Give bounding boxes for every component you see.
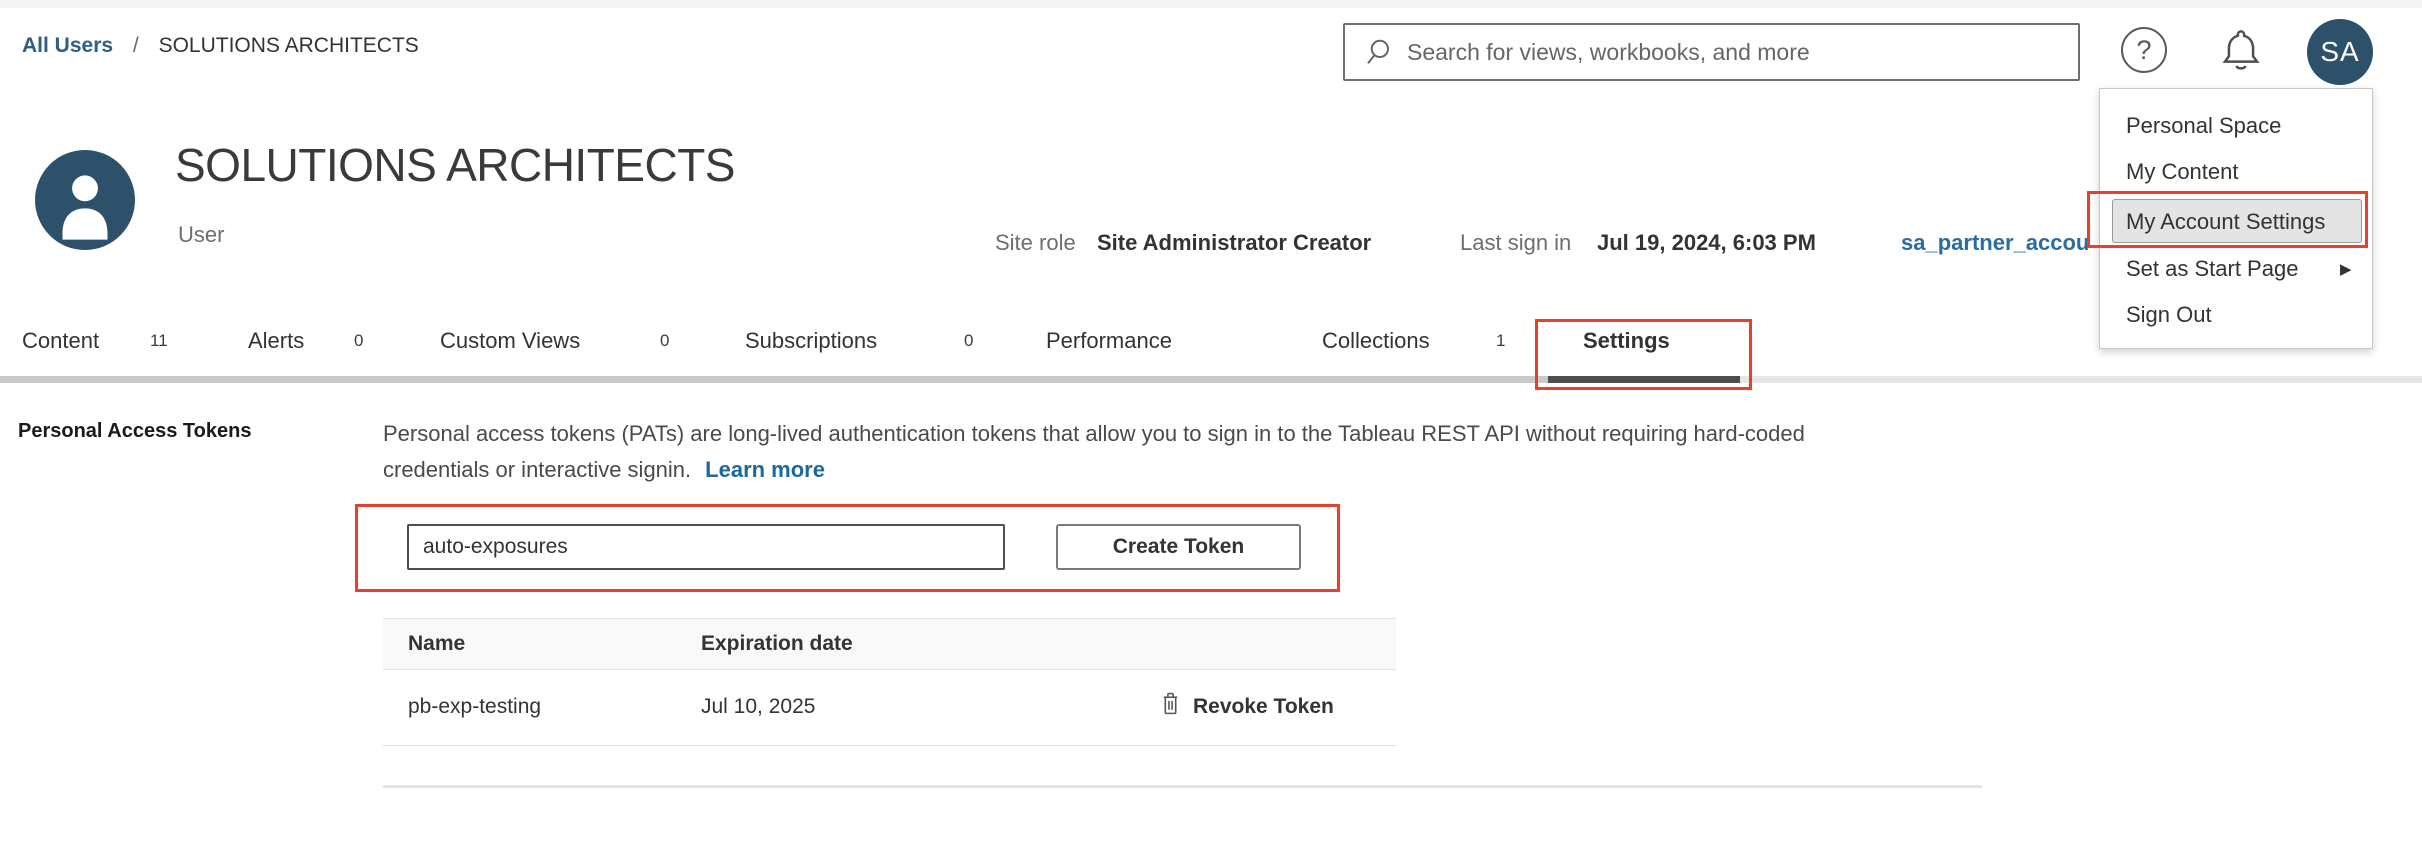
top-strip: [0, 0, 2422, 8]
tab-performance[interactable]: Performance: [1046, 328, 1172, 354]
tab-custom-views[interactable]: Custom Views: [440, 328, 580, 354]
person-icon: [35, 237, 135, 250]
breadcrumb-separator: /: [133, 34, 139, 57]
section-label-personal-access-tokens: Personal Access Tokens: [18, 420, 251, 443]
search-bar: [1343, 23, 2080, 81]
create-token-button[interactable]: Create Token: [1056, 524, 1301, 570]
tab-settings[interactable]: Settings: [1583, 328, 1670, 354]
breadcrumb-all-users-link[interactable]: All Users: [22, 34, 113, 57]
help-icon: ?: [2136, 35, 2151, 66]
tab-alerts[interactable]: Alerts: [248, 328, 304, 354]
revoke-token-button[interactable]: Revoke Token: [1158, 690, 1334, 723]
menu-item-personal-space[interactable]: Personal Space: [2126, 113, 2281, 139]
tab-subscriptions-count: 0: [964, 331, 973, 351]
search-input[interactable]: [1407, 39, 2047, 66]
tab-settings-active-underline: [1548, 376, 1740, 383]
menu-item-set-as-start-page[interactable]: Set as Start Page: [2126, 256, 2298, 282]
breadcrumb-current: SOLUTIONS ARCHITECTS: [159, 34, 419, 57]
column-header-expiration: Expiration date: [701, 632, 853, 656]
last-signin-label: Last sign in: [1460, 230, 1571, 256]
revoke-token-label: Revoke Token: [1193, 695, 1334, 719]
user-type-label: User: [178, 222, 224, 248]
user-dropdown-menu: Personal Space My Content My Account Set…: [2099, 88, 2373, 349]
tab-content[interactable]: Content: [22, 328, 99, 354]
notifications-button[interactable]: [2216, 25, 2266, 77]
table-row: pb-exp-testing Jul 10, 2025 Revoke Token: [383, 670, 1396, 746]
column-header-name: Name: [408, 632, 465, 656]
last-signin-value: Jul 19, 2024, 6:03 PM: [1597, 230, 1816, 256]
breadcrumb: All Users / SOLUTIONS ARCHITECTS: [22, 34, 419, 58]
token-name-cell: pb-exp-testing: [408, 695, 541, 719]
account-username-link[interactable]: sa_partner_accou: [1901, 230, 2089, 256]
avatar-initials: SA: [2320, 36, 2359, 68]
learn-more-link[interactable]: Learn more: [705, 457, 825, 482]
token-name-input[interactable]: [407, 524, 1005, 570]
token-table-header: Name Expiration date: [383, 618, 1396, 670]
tab-custom-views-count: 0: [660, 331, 669, 351]
site-role-label: Site role: [995, 230, 1076, 256]
profile-avatar: [35, 150, 135, 250]
tab-collections[interactable]: Collections: [1322, 328, 1430, 354]
bell-icon: [2216, 64, 2266, 81]
pat-description-line2: credentials or interactive signin.: [383, 457, 691, 482]
tab-subscriptions[interactable]: Subscriptions: [745, 328, 877, 354]
token-expiration-cell: Jul 10, 2025: [701, 695, 815, 719]
page-title: SOLUTIONS ARCHITECTS: [175, 138, 735, 192]
menu-item-my-account-settings[interactable]: My Account Settings: [2126, 209, 2325, 235]
token-table: Name Expiration date pb-exp-testing Jul …: [383, 618, 1396, 746]
tabbar-divider: [0, 376, 1548, 383]
pat-description: Personal access tokens (PATs) are long-l…: [383, 416, 1805, 488]
tab-alerts-count: 0: [354, 331, 363, 351]
page: All Users / SOLUTIONS ARCHITECTS ? SA: [0, 0, 2422, 850]
menu-item-my-content[interactable]: My Content: [2126, 159, 2239, 185]
search-icon: [1363, 37, 1393, 67]
section-divider: [383, 785, 1982, 788]
tab-collections-count: 1: [1496, 331, 1505, 351]
pat-description-line1: Personal access tokens (PATs) are long-l…: [383, 416, 1805, 452]
help-button[interactable]: ?: [2121, 27, 2167, 73]
menu-item-sign-out[interactable]: Sign Out: [2126, 302, 2212, 328]
submenu-arrow-icon: ▶: [2340, 260, 2352, 278]
tab-content-count: 11: [150, 331, 168, 351]
trash-icon: [1158, 690, 1183, 723]
user-avatar-button[interactable]: SA: [2307, 19, 2373, 85]
site-role-value: Site Administrator Creator: [1097, 230, 1371, 256]
tabbar-divider-right: [1740, 376, 2422, 383]
